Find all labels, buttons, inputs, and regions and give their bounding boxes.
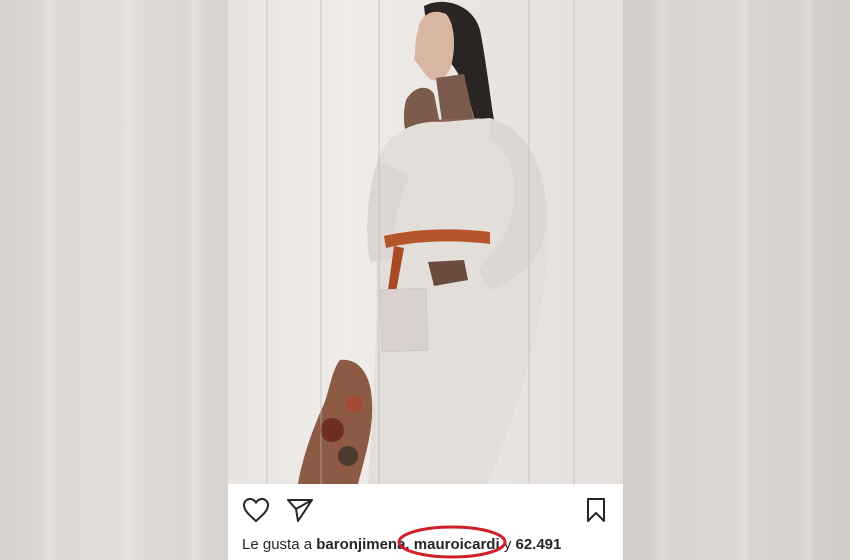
right-blurred-background	[623, 0, 850, 560]
likes-count[interactable]: 62.491	[515, 536, 561, 553]
liker-username-link[interactable]: mauroicardi	[414, 536, 500, 553]
curtain-fold	[266, 0, 268, 484]
curtain-fold	[185, 0, 203, 560]
curtain-fold	[733, 0, 751, 560]
likes-summary: Le gusta a baronjimena, mauroicardi y 62…	[242, 536, 561, 553]
curtain-fold	[378, 0, 380, 484]
likes-conjunction: y	[503, 536, 512, 553]
curtain-fold	[653, 0, 671, 560]
likes-prefix: Le gusta a	[242, 536, 313, 553]
curtain-fold	[120, 0, 138, 560]
curtain-fold	[798, 0, 816, 560]
paper-plane-icon[interactable]	[284, 494, 316, 526]
heart-outline-icon[interactable]	[240, 494, 272, 526]
instagram-post: Le gusta a baronjimena, mauroicardi y 62…	[228, 0, 623, 560]
bookmark-icon[interactable]	[580, 494, 612, 526]
curtain-fold	[528, 0, 530, 484]
woman-in-cardigan-figure	[298, 1, 549, 484]
liker-username-link[interactable]: baronjimena	[316, 536, 405, 553]
curtain-fold	[40, 0, 58, 560]
post-action-bar	[228, 484, 623, 536]
curtain-fold	[320, 0, 322, 484]
likes-separator: ,	[405, 536, 410, 553]
post-photo	[228, 0, 623, 484]
left-blurred-background	[0, 0, 228, 560]
curtain-fold	[573, 0, 575, 484]
